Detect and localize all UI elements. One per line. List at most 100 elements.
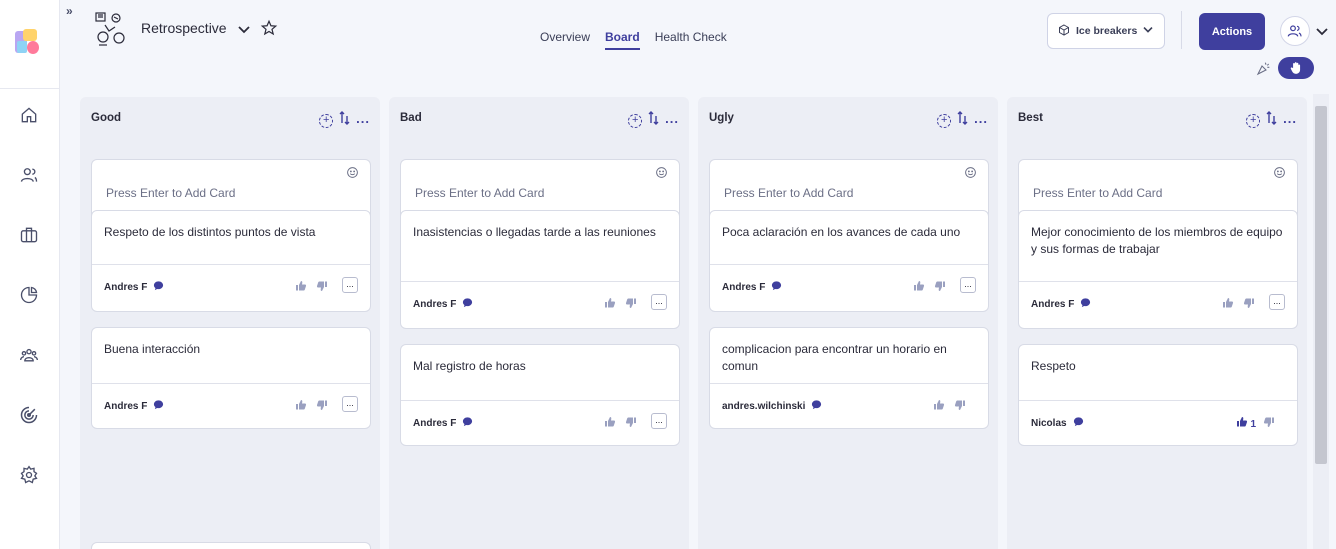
retro-card[interactable]: Inasistencias o llegadas tarde a las reu… (400, 210, 680, 329)
scrollbar-thumb[interactable] (1315, 106, 1327, 464)
column-tools: + ... (628, 111, 679, 130)
thumbs-down-icon[interactable] (934, 279, 946, 297)
card-more-button[interactable]: ... (651, 413, 667, 429)
collapse-sidebar-button[interactable]: » (66, 4, 73, 18)
card-more-button[interactable]: ... (342, 277, 358, 293)
add-card-icon[interactable]: + (319, 113, 334, 128)
briefcase-icon[interactable] (18, 224, 40, 246)
pie-chart-icon[interactable] (18, 284, 40, 306)
card-more-button[interactable]: ... (651, 294, 667, 310)
retro-card[interactable]: complicacion para encontrar un horario e… (709, 327, 989, 429)
column-title: Ugly (709, 112, 734, 124)
participants-button[interactable] (1280, 16, 1310, 46)
users-icon[interactable] (18, 164, 40, 186)
card-text: Buena interacción (104, 342, 201, 356)
card-votes (913, 279, 946, 297)
card-more-button[interactable]: ... (342, 396, 358, 412)
comment-bubble-icon[interactable] (462, 416, 473, 430)
chevron-down-icon[interactable] (1316, 24, 1328, 42)
card-author: Andres F (722, 280, 782, 294)
card-votes: 1 (1236, 415, 1275, 433)
column-menu-icon[interactable]: ... (356, 112, 370, 125)
emoji-icon[interactable] (964, 166, 977, 184)
card-author-name: Andres F (722, 281, 766, 293)
thumbs-down-icon[interactable] (1263, 415, 1275, 433)
team-icon[interactable] (18, 344, 40, 366)
add-card-icon[interactable]: + (628, 113, 643, 128)
card-text: complicacion para encontrar un horario e… (722, 342, 947, 373)
card-author: Andres F (1031, 297, 1091, 311)
home-icon[interactable] (18, 104, 40, 126)
comment-bubble-icon[interactable] (153, 280, 164, 294)
target-icon[interactable] (18, 404, 40, 426)
sort-icon[interactable] (339, 111, 350, 130)
sidebar-divider (0, 88, 60, 89)
thumbs-up-icon[interactable] (913, 279, 925, 297)
card-more-button[interactable]: ... (1269, 294, 1285, 310)
star-icon[interactable] (260, 19, 278, 42)
retro-card[interactable] (91, 542, 371, 549)
card-votes (604, 415, 637, 433)
retro-card[interactable]: Respeto de los distintos puntos de vista… (91, 210, 371, 312)
raise-hand-button[interactable] (1278, 57, 1314, 79)
column-title: Bad (400, 112, 422, 124)
header-divider (1181, 11, 1182, 49)
ice-breakers-button[interactable]: Ice breakers (1047, 13, 1165, 49)
column-title: Good (91, 112, 122, 124)
emoji-icon[interactable] (655, 166, 668, 184)
add-card-icon[interactable]: + (937, 113, 952, 128)
card-text: Poca aclaración en los avances de cada u… (722, 225, 961, 239)
tab-overview[interactable]: Overview (540, 30, 590, 50)
sort-icon[interactable] (1266, 111, 1277, 130)
add-card-icon[interactable]: + (1246, 113, 1261, 128)
column-menu-icon[interactable]: ... (974, 112, 988, 125)
thumbs-down-icon[interactable] (954, 398, 966, 416)
chevron-down-icon[interactable] (238, 22, 250, 40)
card-author: Andres F (413, 416, 473, 430)
comment-bubble-icon[interactable] (771, 280, 782, 294)
tab-board[interactable]: Board (605, 30, 640, 50)
thumbs-up-icon[interactable] (1222, 296, 1234, 314)
thumbs-down-icon[interactable] (1243, 296, 1255, 314)
sidebar (0, 0, 60, 549)
app-logo[interactable] (15, 27, 43, 57)
thumbs-up-icon[interactable] (604, 415, 616, 433)
column-tools: + ... (1246, 111, 1297, 130)
comment-bubble-icon[interactable] (1073, 416, 1084, 430)
thumbs-down-icon[interactable] (625, 296, 637, 314)
card-author-name: Nicolas (1031, 417, 1067, 429)
card-votes (933, 398, 966, 416)
comment-bubble-icon[interactable] (811, 399, 822, 413)
thumbs-up-icon[interactable] (604, 296, 616, 314)
card-more-button[interactable]: ... (960, 277, 976, 293)
card-text: Mal registro de horas (413, 359, 526, 373)
confetti-icon[interactable] (1256, 60, 1272, 81)
thumbs-down-icon[interactable] (625, 415, 637, 433)
retro-card[interactable]: Respeto Nicolas 1 (1018, 344, 1298, 446)
thumbs-up-icon[interactable] (1236, 415, 1248, 433)
tab-health-check[interactable]: Health Check (655, 30, 727, 50)
retro-card[interactable]: Mal registro de horas Andres F ... (400, 344, 680, 446)
comment-bubble-icon[interactable] (462, 297, 473, 311)
thumbs-down-icon[interactable] (316, 279, 328, 297)
board-column-best: Best + ... Press Enter to Add Card GIF (1007, 97, 1307, 549)
gear-icon[interactable] (18, 464, 40, 486)
thumbs-up-icon[interactable] (295, 398, 307, 416)
retro-card[interactable]: Mejor conocimiento de los miembros de eq… (1018, 210, 1298, 329)
comment-bubble-icon[interactable] (1080, 297, 1091, 311)
board-column-good: Good + ... Press Enter to Add Card GIF (80, 97, 380, 549)
actions-button[interactable]: Actions (1199, 13, 1265, 50)
retro-card[interactable]: Buena interacción Andres F ... (91, 327, 371, 429)
thumbs-down-icon[interactable] (316, 398, 328, 416)
emoji-icon[interactable] (1273, 166, 1286, 184)
column-menu-icon[interactable]: ... (665, 112, 679, 125)
sort-icon[interactable] (648, 111, 659, 130)
thumbs-up-icon[interactable] (933, 398, 945, 416)
emoji-icon[interactable] (346, 166, 359, 184)
thumbs-up-icon[interactable] (295, 279, 307, 297)
comment-bubble-icon[interactable] (153, 399, 164, 413)
retro-card[interactable]: Poca aclaración en los avances de cada u… (709, 210, 989, 312)
sort-icon[interactable] (957, 111, 968, 130)
column-menu-icon[interactable]: ... (1283, 112, 1297, 125)
card-text: Mejor conocimiento de los miembros de eq… (1031, 225, 1283, 256)
